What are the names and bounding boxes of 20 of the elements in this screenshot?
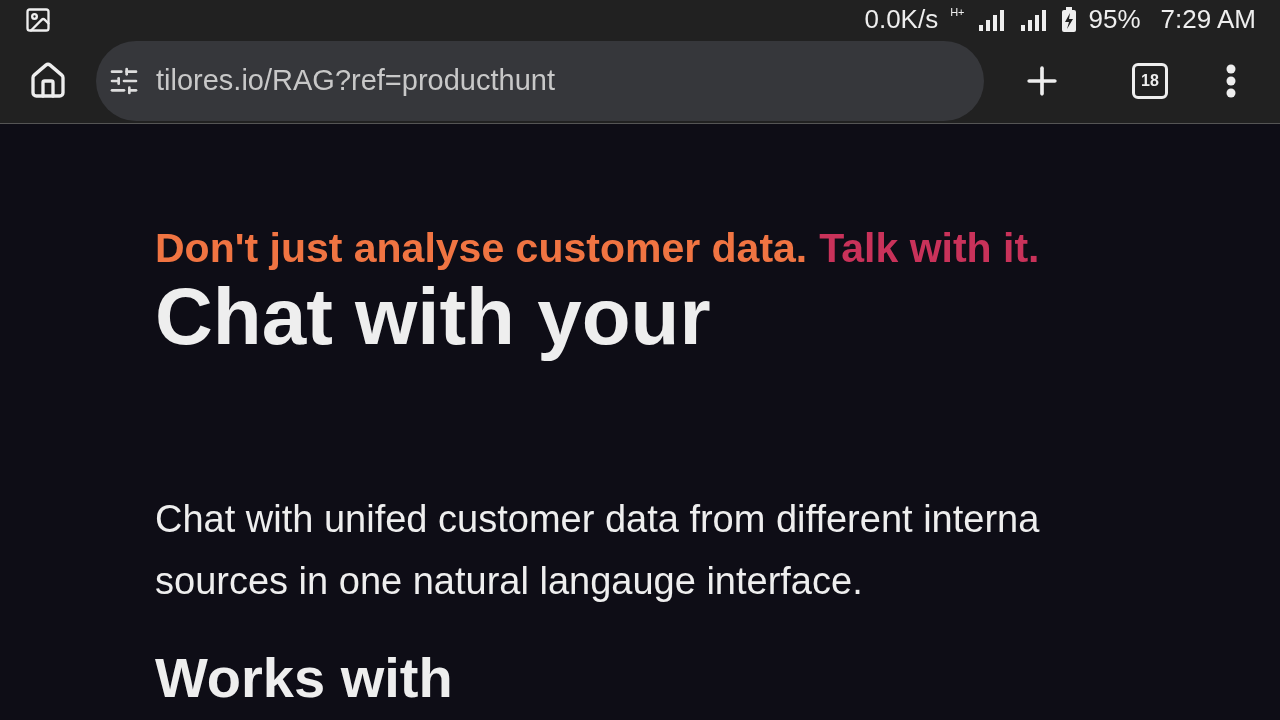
signal-icon: [1018, 8, 1049, 31]
signal-icon: [976, 8, 1007, 31]
home-button[interactable]: [28, 61, 68, 101]
menu-button[interactable]: [1226, 64, 1236, 98]
address-bar[interactable]: tilores.io/RAG?ref=producthunt: [96, 41, 984, 121]
site-settings-icon[interactable]: [108, 65, 140, 97]
battery-level: 95%: [1088, 3, 1141, 36]
image-icon: [24, 5, 52, 34]
clock: 7:29 AM: [1160, 3, 1256, 36]
intro-paragraph: Chat with unifed customer data from different interna sources in one natural langauge interface.: [155, 497, 1040, 604]
page-heading: Chat with your: [155, 274, 711, 360]
battery-icon: [1060, 6, 1077, 33]
url-text: tilores.io/RAG?ref=producthunt: [156, 63, 555, 99]
more-icon: [1226, 64, 1236, 98]
tagline: Don't just analyse customer data.: [155, 224, 808, 273]
tagline: Talk with it.: [819, 224, 1040, 273]
network-speed: 0.0K/s: [864, 3, 939, 36]
network-type: H+: [950, 5, 965, 20]
tab-count-button[interactable]: 18: [1132, 63, 1168, 99]
section-heading: Works with: [155, 645, 453, 711]
